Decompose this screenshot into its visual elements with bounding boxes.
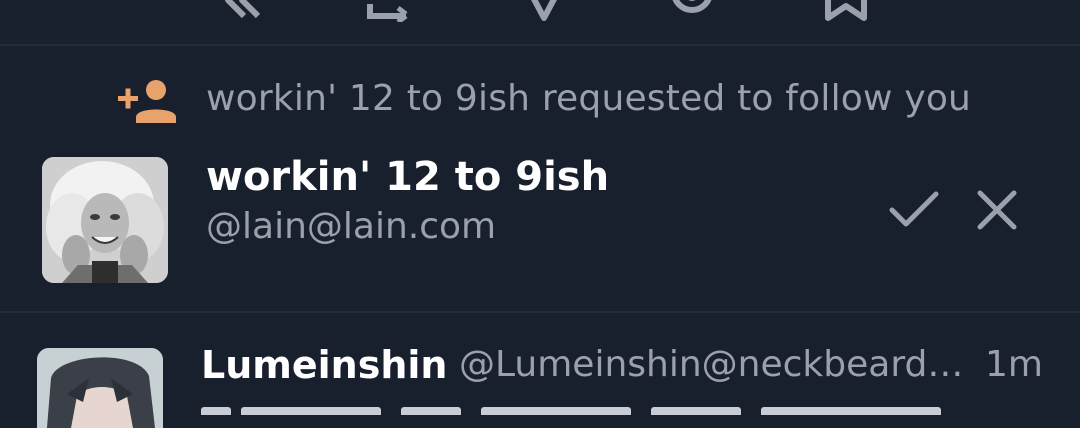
status-item[interactable]: Lumeinshin @Lumeinshin@neckbeard… 1m [0,313,1080,428]
divider [0,44,1080,46]
status-timestamp[interactable]: 1m [985,344,1043,385]
status-display-name[interactable]: Lumeinshin [201,343,447,387]
follow-request-notification-header: workin' 12 to 9ish requested to follow y… [0,75,1080,127]
check-icon [889,191,939,227]
accept-follow-button[interactable] [888,188,940,232]
bookmark-icon[interactable] [822,0,870,22]
display-name[interactable]: workin' 12 to 9ish [206,154,609,200]
emoji-reaction-icon[interactable] [668,0,716,22]
status-user-handle[interactable]: @Lumeinshin@neckbeard… [459,344,963,385]
notification-text: workin' 12 to 9ish requested to follow y… [206,78,972,119]
user-handle[interactable]: @lain@lain.com [206,206,496,247]
reply-all-icon[interactable] [214,0,262,22]
follow-request-card: workin' 12 to 9ish @lain@lain.com [0,140,1080,300]
avatar[interactable] [37,348,163,428]
status-action-bar [0,0,1080,45]
status-content-preview [201,395,1041,415]
boost-icon[interactable] [366,0,414,24]
favorite-star-icon[interactable] [520,0,568,22]
reject-follow-button[interactable] [975,190,1019,230]
avatar[interactable] [42,157,168,283]
close-icon [977,190,1017,230]
follow-request-icon [118,79,178,123]
